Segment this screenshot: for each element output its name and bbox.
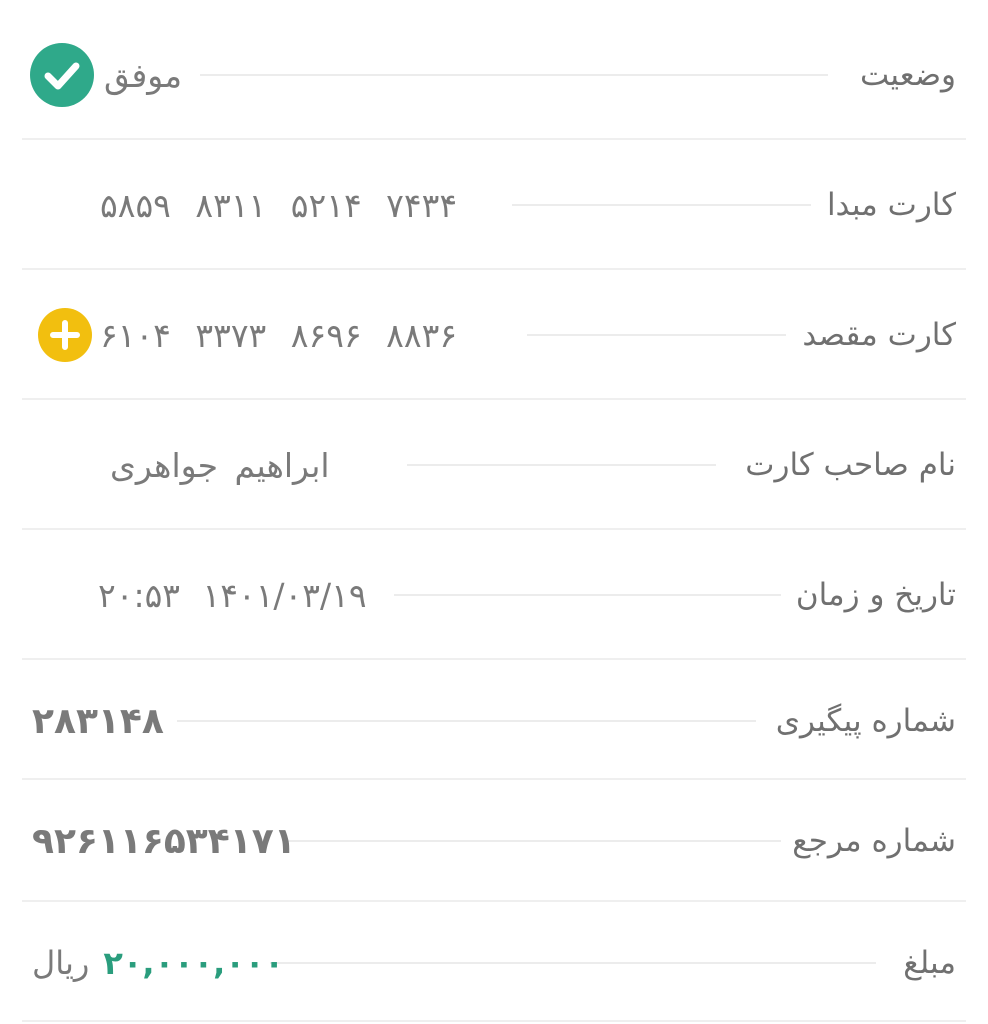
dest-card-number: ۶۱۰۴ ۳۳۷۳ ۸۶۹۶ ۸۸۳۶ [100,315,458,355]
dest-card-row: کارت مقصد ۶۱۰۴ ۳۳۷۳ ۸۶۹۶ ۸۸۳۶ [22,298,966,372]
source-card-number: ۵۸۵۹ ۸۳۱۱ ۵۲۱۴ ۷۴۳۴ [100,185,458,225]
reference-leader-line [284,840,781,842]
tracking-leader-line [177,720,756,722]
status-row: وضعیت موفق [22,38,966,112]
datetime-value: ۱۴۰۱/۰۳/۱۹ ۲۰:۵۳ [98,575,367,615]
card-holder-row: نام صاحب کارت ابراهیم جواهری [22,428,966,502]
tracking-number: ۲۸۳۱۴۸ [32,700,164,742]
status-leader-line [200,74,828,76]
divider [22,658,966,660]
dest-card-leader-line [527,334,786,336]
status-value: موفق [30,38,182,112]
status-text: موفق [104,55,183,95]
reference-number: ۹۲۶۱۱۶۵۳۴۱۷۱ [32,820,296,862]
datetime-label: تاریخ و زمان [795,577,956,613]
dest-card-value: ۶۱۰۴ ۳۳۷۳ ۸۶۹۶ ۸۸۳۶ [38,298,457,372]
source-card-label: کارت مبدا [826,187,956,223]
card-holder-leader-line [407,464,716,466]
amount-currency: ریال [32,944,90,982]
check-circle-icon [30,43,94,107]
amount-value: ریال ۲۰,۰۰۰,۰۰۰ [32,926,284,1000]
divider [22,528,966,530]
tracking-row: شماره پیگیری ۲۸۳۱۴۸ [22,684,966,758]
divider [22,778,966,780]
reference-row: شماره مرجع ۹۲۶۱۱۶۵۳۴۱۷۱ [22,804,966,878]
amount-number: ۲۰,۰۰۰,۰۰۰ [103,944,284,982]
source-card-row: کارت مبدا ۵۸۵۹ ۸۳۱۱ ۵۲۱۴ ۷۴۳۴ [22,168,966,242]
tracking-label: شماره پیگیری [775,703,956,739]
plus-circle-icon[interactable] [38,308,92,362]
reference-label: شماره مرجع [792,823,956,859]
source-card-leader-line [512,204,811,206]
divider [22,268,966,270]
card-holder-name: ابراهیم جواهری [110,445,330,485]
divider [22,398,966,400]
amount-row: مبلغ ریال ۲۰,۰۰۰,۰۰۰ [22,926,966,1000]
amount-leader-line [270,962,876,964]
divider [22,1020,966,1022]
divider [22,900,966,902]
datetime-leader-line [394,594,781,596]
card-holder-label: نام صاحب کارت [745,447,956,483]
divider [22,138,966,140]
datetime-row: تاریخ و زمان ۱۴۰۱/۰۳/۱۹ ۲۰:۵۳ [22,558,966,632]
dest-card-label: کارت مقصد [802,317,956,353]
status-label: وضعیت [859,57,956,93]
amount-label: مبلغ [903,945,956,981]
